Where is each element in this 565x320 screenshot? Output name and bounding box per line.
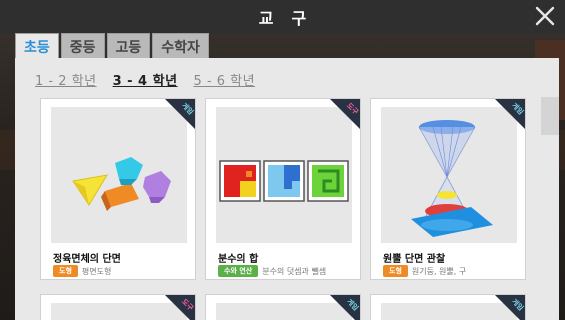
- grade-5-6-link[interactable]: 5 - 6 학년: [194, 70, 256, 89]
- grade-1-2-link[interactable]: 1 - 2 학년: [35, 70, 97, 89]
- category-badge: 수와 연산: [218, 265, 259, 277]
- card-meta: 수와 연산 분수의 덧셈과 뺄셈: [218, 265, 326, 277]
- grade-3-4-link[interactable]: 3 - 4 학년: [113, 70, 178, 89]
- card-meta: 도형 원기둥, 원뿔, 구: [383, 265, 466, 277]
- window-titlebar: 교구: [0, 0, 565, 34]
- tool-card-fraction-sum[interactable]: 도구 분수의 합 수와 연산 분수의 덧셈과 뺄셈: [205, 98, 361, 280]
- card-subtitle: 평면도형: [81, 266, 112, 276]
- content-panel: 1 - 2 학년 3 - 4 학년 5 - 6 학년 게임 정육면체의 단면 도…: [15, 58, 559, 320]
- tool-card-cube-section[interactable]: 게임 정육면체의 단면 도형 평면도형: [40, 98, 196, 280]
- scrollbar-thumb[interactable]: [541, 97, 559, 135]
- card-subtitle: 원기둥, 원뿔, 구: [411, 266, 467, 276]
- tab-elementary[interactable]: 초등: [15, 33, 59, 60]
- tab-middle[interactable]: 중등: [60, 33, 105, 59]
- tab-high[interactable]: 고등: [106, 33, 151, 59]
- card-title: 원뿔 단면 관찰: [383, 254, 446, 265]
- tab-mathematician[interactable]: 수학자: [152, 33, 209, 59]
- category-badge: 도형: [383, 265, 408, 277]
- tool-card-partial[interactable]: 게임: [205, 294, 361, 320]
- category-badge: 도형: [53, 265, 78, 277]
- level-tabs: 초등 중등 고등 수학자: [15, 33, 209, 60]
- card-meta: 도형 평면도형: [53, 265, 111, 277]
- tool-card-cone-section[interactable]: 게임 원뿔 단면 관찰 도형 원기둥, 원뿔, 구: [370, 98, 526, 280]
- close-button[interactable]: [533, 4, 557, 28]
- window-title: 교구: [258, 9, 325, 28]
- close-icon: [535, 6, 555, 26]
- tool-card-partial[interactable]: 게임: [370, 294, 526, 320]
- card-title: 정육면체의 단면: [53, 254, 121, 265]
- tool-card-partial[interactable]: 도구: [40, 294, 196, 320]
- card-title: 분수의 합: [218, 254, 259, 265]
- grade-filter: 1 - 2 학년 3 - 4 학년 5 - 6 학년: [35, 70, 255, 89]
- card-subtitle: 분수의 덧셈과 뺄셈: [262, 266, 327, 276]
